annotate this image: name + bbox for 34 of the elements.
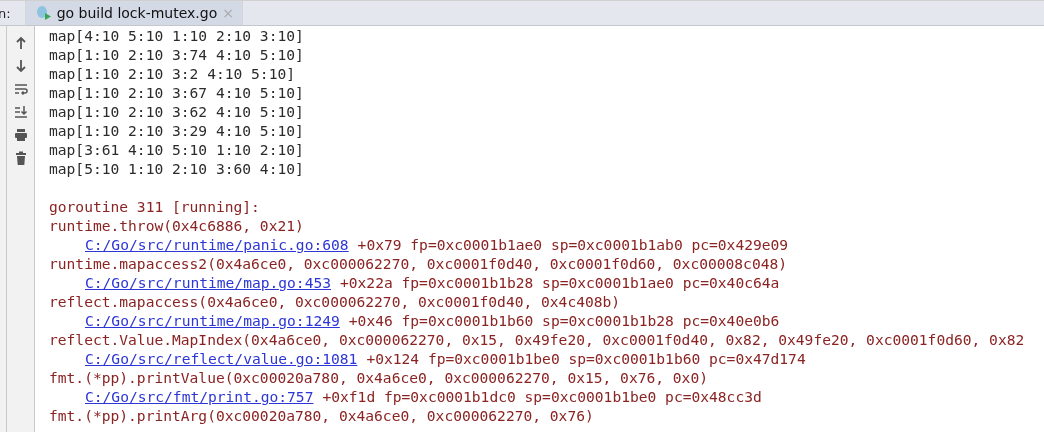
console-line: map[1:10 2:10 3:29 4:10 5:10]	[49, 121, 304, 140]
console-line: fmt.(*pp).printArg(0xc00020a780, 0x4a6ce0, 0xc000062270, 0x76)	[49, 406, 594, 425]
go-file-icon	[35, 5, 52, 21]
run-tab[interactable]: go build lock-mutex.go ×	[24, 1, 243, 25]
console-line: map[4:10 5:10 1:10 2:10 3:10]	[49, 26, 304, 45]
console-line: map[5:10 1:10 2:10 3:60 4:10]	[49, 159, 304, 178]
source-link[interactable]: C:/Go/src/runtime/panic.go:608	[85, 235, 349, 254]
console-line: runtime.mapaccess2(0x4a6ce0, 0xc000062270, 0xc0001f0d40, 0xc0001f0d60, 0xc00008c048)	[49, 254, 788, 273]
console-line: map[1:10 2:10 3:62 4:10 5:10]	[49, 102, 304, 121]
tool-window-label: n:	[0, 4, 12, 23]
console-line: map[1:10 2:10 3:74 4:10 5:10]	[49, 45, 304, 64]
tab-title: go build lock-mutex.go	[56, 5, 218, 21]
console-line: +0x46 fp=0xc0001b1b60 sp=0xc0001b1b28 pc=0x40e0b6	[348, 311, 780, 330]
source-link[interactable]: C:/Go/src/runtime/map.go:1249	[85, 311, 340, 330]
source-link[interactable]: C:/Go/src/runtime/map.go:453	[85, 273, 331, 292]
console-line: goroutine 311 [running]:	[49, 197, 260, 216]
console-line: +0x22a fp=0xc0001b1b28 sp=0xc0001b1ae0 pc=0x40c64a	[340, 273, 780, 292]
source-link[interactable]: C:/Go/src/reflect/value.go:1081	[85, 349, 358, 368]
printer-icon[interactable]	[13, 128, 28, 142]
arrow-down-icon[interactable]	[13, 59, 28, 73]
console-line: runtime.throw(0x4c6886, 0x21)	[49, 216, 304, 235]
console-line: map[1:10 2:10 3:67 4:10 5:10]	[49, 83, 304, 102]
console-line: reflect.mapaccess(0x4a6ce0, 0xc000062270, 0xc0001f0d40, 0x4c408b)	[49, 292, 621, 311]
source-link[interactable]: C:/Go/src/fmt/print.go:757	[85, 387, 314, 406]
console-line: +0x79 fp=0xc0001b1ae0 sp=0xc0001b1ab0 pc=0x429e09	[357, 235, 789, 254]
console-line: +0x124 fp=0xc0001b1be0 sp=0xc0001b1b60 pc=0x47d174	[366, 349, 806, 368]
console-line: map[3:61 4:10 5:10 1:10 2:10]	[49, 140, 304, 159]
scroll-to-end-icon[interactable]	[13, 105, 28, 119]
soft-wrap-icon[interactable]	[13, 82, 28, 96]
console-line: map[1:10 2:10 3:2 4:10 5:10]	[49, 64, 295, 83]
console-line: reflect.Value.MapIndex(0x4a6ce0, 0xc000062270, 0x15, 0x49fe20, 0xc0001f0d40, 0x82, 0x49fe20, 0xc0001f0d60, 0x82	[49, 330, 1025, 349]
console-line: fmt.(*pp).printValue(0xc00020a780, 0x4a6ce0, 0xc000062270, 0x15, 0x76, 0x0)	[49, 368, 708, 387]
trash-icon[interactable]	[13, 151, 28, 165]
console-line: +0xf1d fp=0xc0001b1dc0 sp=0xc0001b1be0 pc=0x48cc3d	[322, 387, 762, 406]
